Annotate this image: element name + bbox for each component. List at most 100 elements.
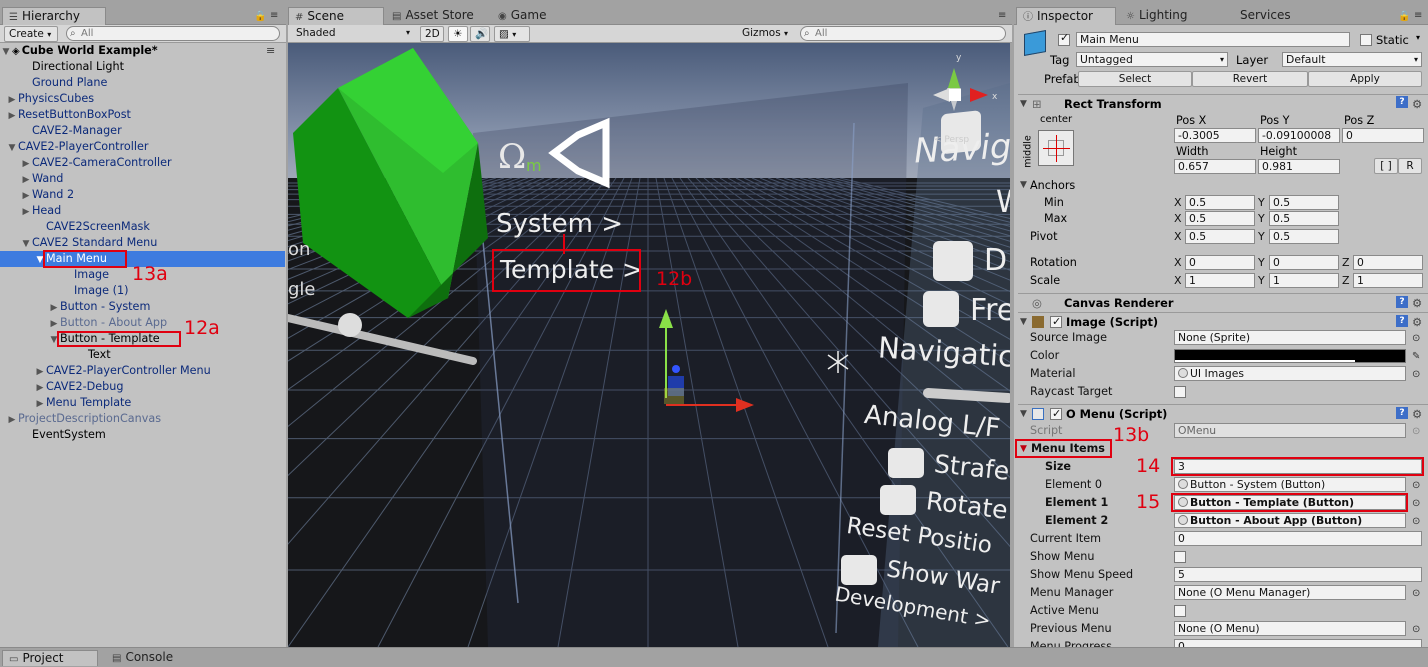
object-picker-icon[interactable]: ⊙ <box>1412 477 1420 495</box>
scale-x-field[interactable]: 1 <box>1185 273 1255 288</box>
anchor-presets-button[interactable] <box>1038 130 1074 166</box>
prefab-select-button[interactable]: Select <box>1078 71 1192 87</box>
height-field[interactable]: 0.981 <box>1258 159 1340 174</box>
scene-viewport[interactable]: y x Ω m System > Template > on gle Navig… <box>288 43 1010 647</box>
expand-arrow-icon[interactable]: ▶ <box>20 204 32 220</box>
active-checkbox[interactable] <box>1058 31 1070 46</box>
expand-arrow-icon[interactable]: ▶ <box>34 364 46 380</box>
hierarchy-item[interactable]: CAVE2ScreenMask <box>0 219 285 235</box>
expand-arrow-icon[interactable]: ▼ <box>1020 180 1027 190</box>
scale-y-field[interactable]: 1 <box>1269 273 1339 288</box>
expand-arrow-icon[interactable]: ▶ <box>6 108 18 124</box>
tab-project[interactable]: ▭ Project <box>2 650 98 666</box>
panel-menu-icon[interactable]: ≡ <box>998 10 1006 21</box>
hierarchy-item[interactable]: ▶ PhysicsCubes <box>0 91 285 107</box>
rot-x-field[interactable]: 0 <box>1185 255 1255 270</box>
toggle-2d-button[interactable]: 2D <box>420 26 444 42</box>
tab-game[interactable]: ◉ Game <box>492 7 562 25</box>
hierarchy-item[interactable]: ▶ Button - About App <box>0 315 285 331</box>
expand-arrow-icon[interactable]: ▶ <box>6 92 18 108</box>
material-field[interactable]: UI Images <box>1174 366 1406 381</box>
help-icon[interactable]: ? <box>1396 407 1408 419</box>
object-picker-icon[interactable]: ⊙ <box>1412 621 1420 639</box>
hierarchy-item[interactable]: ▶ CAVE2-CameraController <box>0 155 285 171</box>
object-picker-icon[interactable]: ⊙ <box>1412 495 1420 513</box>
width-field[interactable]: 0.657 <box>1174 159 1256 174</box>
layer-dropdown[interactable]: Default ▾ <box>1282 52 1422 67</box>
show-menu-checkbox[interactable] <box>1174 551 1186 563</box>
tab-console[interactable]: ▤ Console <box>106 650 196 666</box>
max-x-field[interactable]: 0.5 <box>1185 211 1255 226</box>
menu-manager-field[interactable]: None (O Menu Manager) <box>1174 585 1406 600</box>
hierarchy-item[interactable]: ▶ ResetButtonBoxPost <box>0 107 285 123</box>
element2-field[interactable]: Button - About App (Button) <box>1174 513 1406 528</box>
expand-arrow-icon[interactable]: ▼ <box>0 44 12 60</box>
object-name-field[interactable]: Main Menu <box>1076 32 1350 47</box>
help-icon[interactable]: ? <box>1396 96 1408 108</box>
eyedropper-icon[interactable]: ✎ <box>1412 348 1420 366</box>
source-image-field[interactable]: None (Sprite) <box>1174 330 1406 345</box>
help-icon[interactable]: ? <box>1396 315 1408 327</box>
tab-lighting[interactable]: ☼ Lighting <box>1120 7 1220 25</box>
blueprint-mode-button[interactable]: [ ] <box>1374 158 1398 174</box>
lock-icon[interactable]: 🔒 <box>1398 11 1410 22</box>
hierarchy-item[interactable]: ▼ CAVE2-PlayerController <box>0 139 285 155</box>
max-y-field[interactable]: 0.5 <box>1269 211 1339 226</box>
raw-edit-button[interactable]: R <box>1398 158 1422 174</box>
object-picker-icon[interactable]: ⊙ <box>1412 513 1420 531</box>
hierarchy-item[interactable]: EventSystem <box>0 427 285 443</box>
hierarchy-item[interactable]: ▶ CAVE2-PlayerController Menu <box>0 363 285 379</box>
hierarchy-item[interactable]: ▶ ProjectDescriptionCanvas <box>0 411 285 427</box>
hierarchy-item[interactable]: ▶ Wand <box>0 171 285 187</box>
expand-arrow-icon[interactable]: ▼ <box>20 236 32 252</box>
min-y-field[interactable]: 0.5 <box>1269 195 1339 210</box>
expand-arrow-icon[interactable]: ▶ <box>48 316 60 332</box>
tab-asset-store[interactable]: ▤ Asset Store <box>386 7 478 25</box>
object-picker-icon[interactable]: ⊙ <box>1412 330 1420 348</box>
prefab-apply-button[interactable]: Apply <box>1308 71 1422 87</box>
scene-root[interactable]: ▼ ◈ Cube World Example* ≡ <box>0 43 285 59</box>
lock-icon[interactable]: 🔒 <box>254 11 266 22</box>
component-settings-icon[interactable]: ⚙ <box>1412 405 1422 423</box>
rot-y-field[interactable]: 0 <box>1269 255 1339 270</box>
object-picker-icon[interactable]: ⊙ <box>1412 585 1420 603</box>
hierarchy-item[interactable]: Text <box>0 347 285 363</box>
expand-arrow-icon[interactable]: ▶ <box>48 300 60 316</box>
tag-dropdown[interactable]: Untagged ▾ <box>1076 52 1228 67</box>
tab-scene[interactable]: # Scene <box>288 7 384 25</box>
hierarchy-item[interactable]: ▼ CAVE2 Standard Menu <box>0 235 285 251</box>
object-picker-icon[interactable]: ⊙ <box>1412 366 1420 384</box>
hierarchy-item[interactable]: CAVE2-Manager <box>0 123 285 139</box>
pos-z-field[interactable]: 0 <box>1342 128 1424 143</box>
expand-arrow-icon[interactable]: ▶ <box>6 412 18 428</box>
component-settings-icon[interactable]: ⚙ <box>1412 294 1422 312</box>
component-settings-icon[interactable]: ⚙ <box>1412 95 1422 113</box>
expand-arrow-icon[interactable]: ▶ <box>20 188 32 204</box>
scene-menu-icon[interactable]: ≡ <box>266 43 275 59</box>
panel-menu-icon[interactable]: ≡ <box>270 10 278 21</box>
tab-hierarchy[interactable]: ☰ Hierarchy <box>2 7 106 25</box>
scale-z-field[interactable]: 1 <box>1353 273 1423 288</box>
omenu-enabled-checkbox[interactable] <box>1050 405 1062 423</box>
hierarchy-item[interactable]: ▶ Menu Template <box>0 395 285 411</box>
hierarchy-item[interactable]: Directional Light <box>0 59 285 75</box>
shading-dropdown[interactable]: Shaded ▾ <box>292 26 412 42</box>
show-menu-speed-field[interactable]: 5 <box>1174 567 1422 582</box>
image-enabled-checkbox[interactable] <box>1050 313 1062 331</box>
hierarchy-item[interactable]: Image (1) <box>0 283 285 299</box>
rot-z-field[interactable]: 0 <box>1353 255 1423 270</box>
effects-toggle[interactable]: ▨ ▾ <box>494 26 530 42</box>
tab-inspector[interactable]: ⓘ Inspector <box>1016 7 1116 25</box>
expand-arrow-icon[interactable]: ▶ <box>34 380 46 396</box>
min-x-field[interactable]: 0.5 <box>1185 195 1255 210</box>
help-icon[interactable]: ? <box>1396 296 1408 308</box>
rect-transform-header[interactable]: ▼ ⊞ Rect Transform ? ⚙ <box>1018 94 1428 113</box>
pos-y-field[interactable]: -0.09100008 <box>1258 128 1340 143</box>
expand-arrow-icon[interactable]: ▶ <box>34 396 46 412</box>
hierarchy-search-input[interactable]: ⌕ All <box>66 26 280 41</box>
raycast-target-checkbox[interactable] <box>1174 386 1186 398</box>
element0-field[interactable]: Button - System (Button) <box>1174 477 1406 492</box>
static-checkbox[interactable] <box>1360 34 1372 46</box>
hierarchy-item[interactable]: Ground Plane <box>0 75 285 91</box>
prefab-revert-button[interactable]: Revert <box>1192 71 1308 87</box>
